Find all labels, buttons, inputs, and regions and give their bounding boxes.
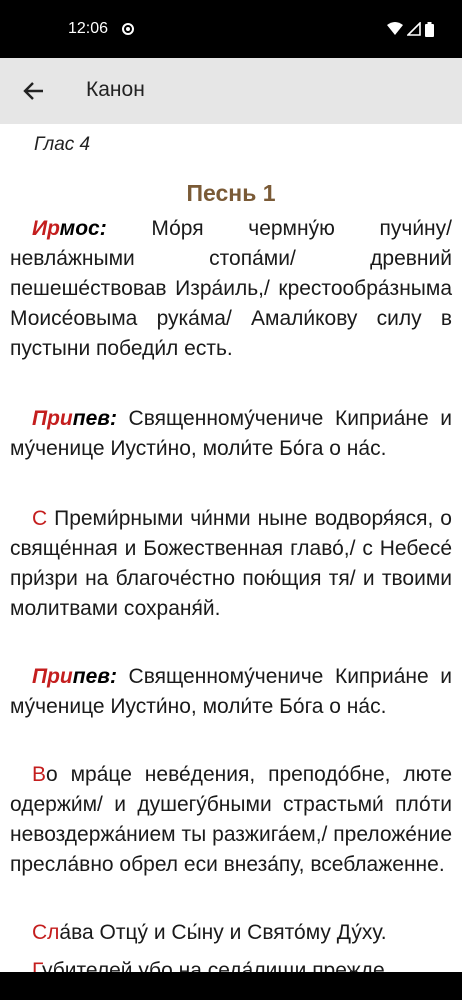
paragraph-label: Ирмос: [32, 217, 107, 240]
status-bar: 12:06 [0, 0, 462, 58]
cellular-signal-icon [407, 22, 421, 36]
page-title: Канон [86, 78, 145, 101]
text-paragraph-troparion: С Преми́рными чи́нми ныне водворя́яся, о… [10, 507, 452, 620]
arrow-left-icon [23, 82, 43, 100]
paragraph-label: Припев: [32, 407, 117, 430]
battery-icon [425, 21, 434, 37]
status-icons [387, 21, 434, 37]
wifi-icon [387, 22, 403, 35]
system-navigation-bar [0, 972, 462, 1000]
status-time: 12:06 [68, 20, 109, 37]
text-paragraph-glory: Сла́ва Отцу́ и Сы́ну и Свято́му Ду́ху. [32, 921, 387, 944]
text-paragraph-irmos: Ирмос: Мо́ря чермну́ю пучи́ну/ невла́жны… [10, 217, 452, 360]
text-paragraph-troparion: Во мра́це неве́дения, преподо́бне, люте … [10, 763, 452, 876]
glas-label: Глас 4 [34, 134, 91, 155]
back-button[interactable] [14, 71, 54, 111]
app-bar: Канон [0, 58, 462, 124]
text-paragraph-refrain: Припев: Священному́чениче Киприа́не и му… [10, 665, 452, 718]
paragraph-label: Припев: [32, 665, 117, 688]
notification-icon [122, 23, 134, 35]
text-paragraph-refrain: Припев: Священному́чениче Киприа́не и му… [10, 407, 452, 460]
text-paragraph-theotokion: Губителей убо на седа́лищи прежде [32, 959, 385, 972]
song-title: Песнь 1 [186, 180, 276, 206]
canon-text-view[interactable]: Глас 4 Песнь 1 Ирмос: Мо́ря чермну́ю пуч… [0, 124, 462, 972]
